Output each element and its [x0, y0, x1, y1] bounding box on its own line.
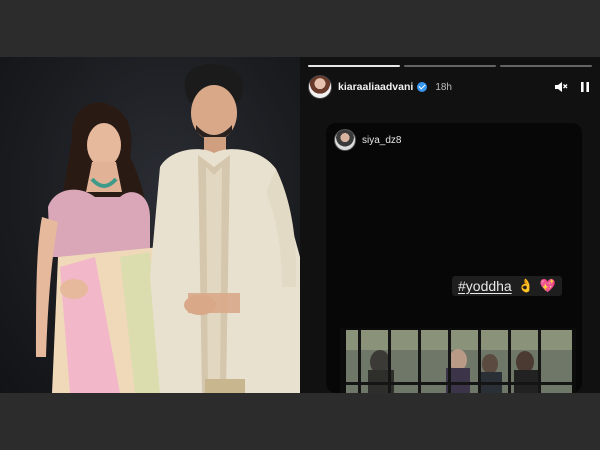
hashtag-sticker[interactable]: #yoddha 👌 💖 — [452, 276, 563, 296]
reshare-avatar[interactable] — [334, 129, 356, 151]
story-header: kiaraaliaadvani 18h — [308, 75, 594, 99]
theatre-screen-video — [340, 328, 576, 393]
verified-badge-icon — [417, 82, 428, 92]
story-progress-bar — [308, 65, 592, 67]
top-letterbox — [0, 0, 600, 57]
pause-icon — [581, 82, 589, 92]
progress-segment — [308, 65, 400, 67]
hashtag-text[interactable]: #yoddha — [458, 278, 512, 294]
mute-button[interactable] — [552, 78, 570, 96]
reshare-header: siya_dz8 — [334, 129, 401, 151]
theatre-screen-image — [340, 328, 576, 393]
pause-button[interactable] — [576, 78, 594, 96]
bottom-letterbox — [0, 393, 600, 450]
ok-hand-emoji: 👌 — [517, 278, 534, 293]
couple-illustration — [36, 64, 300, 393]
instagram-story[interactable]: kiaraaliaadvani 18h siya_dz8 #yoddha 👌 💖 — [300, 57, 600, 393]
profile-avatar[interactable] — [308, 75, 332, 99]
reshared-story-card[interactable]: siya_dz8 #yoddha 👌 💖 — [326, 123, 582, 393]
reshare-username[interactable]: siya_dz8 — [362, 135, 401, 146]
story-timestamp: 18h — [435, 81, 452, 93]
speaker-muted-icon — [555, 82, 568, 92]
story-username[interactable]: kiaraaliaadvani — [338, 81, 413, 93]
sparkling-heart-emoji: 💖 — [539, 278, 557, 293]
couple-photo — [0, 57, 300, 393]
progress-segment — [404, 65, 496, 67]
progress-segment — [500, 65, 592, 67]
